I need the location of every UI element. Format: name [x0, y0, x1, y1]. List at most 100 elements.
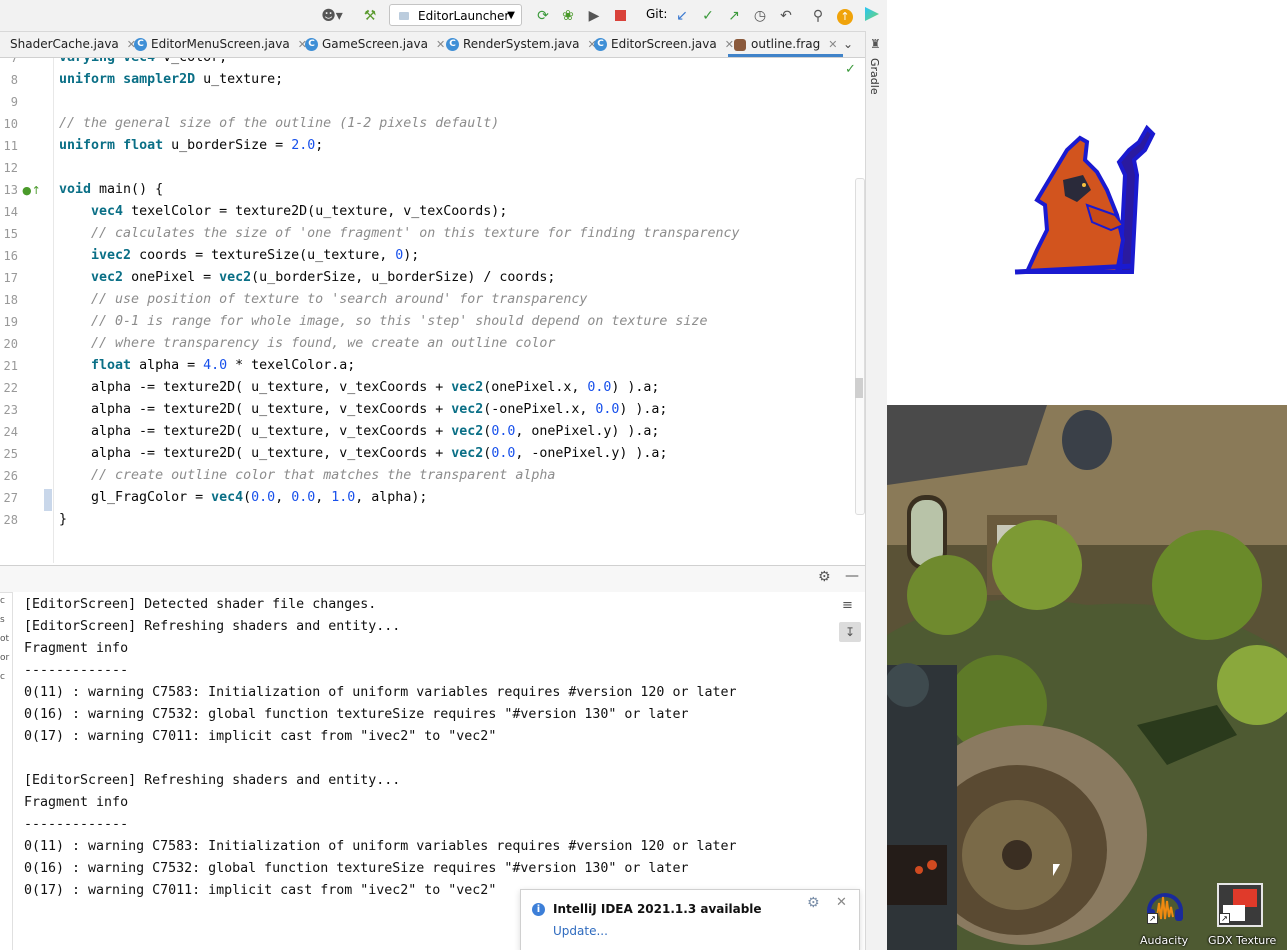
- line-number: 9: [10, 95, 18, 109]
- tab-gamescreen[interactable]: C GameScreen.java ✕: [305, 32, 445, 57]
- notification-title: IntelliJ IDEA 2021.1.3 available: [553, 902, 762, 916]
- tab-outline-frag[interactable]: outline.frag ✕: [728, 32, 844, 57]
- console-line: 0(16) : warning C7532: global function t…: [24, 707, 689, 722]
- git-update-icon[interactable]: ↙: [673, 6, 691, 26]
- tab-editormenuscreen[interactable]: C EditorMenuScreen.java ✕: [134, 32, 307, 57]
- git-push-icon[interactable]: ↗: [725, 6, 743, 26]
- code-editor[interactable]: ✓ ●↑ 7 8 9 10 11 12 13 14 15 16 17 18 19…: [0, 58, 865, 563]
- gradle-tool-button[interactable]: Gradle: [868, 58, 881, 95]
- shader-file-icon: [734, 38, 746, 51]
- line-number: 20: [3, 337, 18, 351]
- right-tool-strip: ♜: [865, 31, 888, 950]
- fold-guide: [53, 58, 54, 563]
- gear-icon[interactable]: ⚙: [807, 895, 820, 911]
- console-line: Fragment info: [24, 641, 129, 656]
- code-line: vec2 onePixel = vec2(u_borderSize, u_bor…: [91, 270, 556, 285]
- line-number: 24: [3, 425, 18, 439]
- line-number: 11: [3, 139, 18, 153]
- audacity-icon[interactable]: ↗: [1145, 887, 1185, 925]
- info-icon: i: [532, 903, 545, 916]
- audacity-label: Audacity: [1140, 934, 1189, 947]
- line-number: 17: [3, 271, 18, 285]
- editor-scroll-thumb[interactable]: [855, 378, 863, 398]
- strip-letter: c: [0, 672, 5, 682]
- mouse-cursor-icon: [1053, 864, 1060, 876]
- run-configuration-select[interactable]: EditorLauncher ▼: [389, 4, 522, 26]
- tab-list-chevron-icon[interactable]: ⌄: [843, 32, 853, 57]
- jetbrains-logo-icon: [865, 7, 879, 21]
- close-icon[interactable]: ✕: [828, 38, 837, 51]
- tab-label: EditorMenuScreen.java: [151, 37, 290, 51]
- code-line: // calculates the size of 'one fragment'…: [91, 226, 740, 241]
- run-config-icon: [399, 12, 409, 20]
- user-icon[interactable]: ☻▾: [318, 6, 346, 26]
- line-number: 26: [3, 469, 18, 483]
- chevron-down-icon: ▼: [507, 10, 515, 21]
- line-number: 23: [3, 403, 18, 417]
- line-number: 21: [3, 359, 18, 373]
- toolbar-tail: [865, 0, 887, 31]
- gear-icon[interactable]: ⚙: [818, 569, 831, 585]
- line-number: 8: [10, 73, 18, 87]
- code-line: vec4 texelColor = texture2D(u_texture, v…: [91, 204, 508, 219]
- gradle-elephant-icon[interactable]: ♜: [870, 37, 881, 51]
- gdx-texture-label: GDX Texture: [1208, 934, 1277, 947]
- code-line: alpha -= texture2D( u_texture, v_texCoor…: [59, 380, 660, 395]
- tab-rendersystem[interactable]: C RenderSystem.java ✕: [446, 32, 597, 57]
- build-hammer-icon[interactable]: ⚒: [360, 6, 380, 26]
- strip-letter: s: [0, 615, 5, 625]
- line-number: 28: [3, 513, 18, 527]
- update-available-icon[interactable]: ↑: [836, 6, 854, 26]
- soft-wrap-icon[interactable]: ≡: [842, 598, 853, 613]
- history-clock-icon[interactable]: ◷: [751, 6, 769, 26]
- code-line: alpha -= texture2D( u_texture, v_texCoor…: [59, 424, 660, 439]
- run-left-strip: c s ot or c: [0, 592, 12, 702]
- search-icon[interactable]: ⚲: [809, 6, 827, 26]
- tab-editorscreen[interactable]: C EditorScreen.java ✕: [594, 32, 734, 57]
- console-line: 0(17) : warning C7011: implicit cast fro…: [24, 729, 497, 744]
- update-notification: i IntelliJ IDEA 2021.1.3 available Updat…: [520, 889, 860, 950]
- desktop-wallpaper: ↗ Audacity ↗ GDX Texture: [887, 405, 1287, 950]
- tab-label: outline.frag: [751, 37, 821, 51]
- gdx-texture-icon[interactable]: ↗: [1217, 883, 1263, 927]
- scroll-to-end-icon[interactable]: ↧: [839, 622, 861, 642]
- console-line: 0(11) : warning C7583: Initialization of…: [24, 839, 737, 854]
- minimize-icon[interactable]: —: [845, 568, 859, 584]
- code-line: // where transparency is found, we creat…: [91, 336, 556, 351]
- line-number: 10: [3, 117, 18, 131]
- class-icon: C: [305, 38, 318, 51]
- line-number: 16: [3, 249, 18, 263]
- inspection-ok-icon[interactable]: ✓: [845, 62, 856, 77]
- tab-shadercache[interactable]: ShaderCache.java ✕: [0, 32, 136, 57]
- tab-label: RenderSystem.java: [463, 37, 580, 51]
- run-gutter-icon[interactable]: ●↑: [22, 184, 41, 197]
- code-line: float alpha = 4.0 * texelColor.a;: [91, 358, 356, 373]
- change-marker: [44, 489, 52, 511]
- main-toolbar: ☻▾ ⚒ EditorLauncher ▼ ⟳ ❀ ▶ Git: ↙ ✓ ↗ ◷…: [0, 0, 865, 32]
- strip-letter: or: [0, 653, 10, 663]
- run-tool-window-header: ⚙ —: [0, 565, 865, 593]
- code-line: uniform float u_borderSize = 2.0;: [59, 138, 324, 153]
- close-icon[interactable]: ✕: [436, 38, 445, 51]
- run-coverage-icon[interactable]: ▶: [585, 6, 603, 26]
- tab-label: ShaderCache.java: [10, 37, 119, 51]
- code-line: alpha -= texture2D( u_texture, v_texCoor…: [59, 446, 668, 461]
- line-number: 19: [3, 315, 18, 329]
- class-icon: C: [134, 38, 147, 51]
- stop-icon[interactable]: [611, 6, 629, 26]
- code-line: // use position of texture to 'search ar…: [91, 292, 588, 307]
- close-icon[interactable]: ✕: [836, 895, 847, 910]
- editor-tab-bar: ShaderCache.java ✕ C EditorMenuScreen.java…: [0, 32, 865, 58]
- git-label: Git:: [646, 7, 668, 21]
- rollback-icon[interactable]: ↶: [777, 6, 795, 26]
- rerun-icon[interactable]: ⟳: [534, 6, 552, 26]
- editor-scrollbar[interactable]: [855, 178, 865, 515]
- line-number: 12: [3, 161, 18, 175]
- shortcut-arrow-icon: ↗: [1219, 913, 1230, 924]
- git-commit-icon[interactable]: ✓: [699, 6, 717, 26]
- code-line: void main() {: [59, 182, 164, 197]
- console-line: -------------: [24, 817, 129, 832]
- code-line: // create outline color that matches the…: [91, 468, 556, 483]
- debug-bug-icon[interactable]: ❀: [559, 6, 577, 26]
- update-link[interactable]: Update...: [553, 924, 608, 938]
